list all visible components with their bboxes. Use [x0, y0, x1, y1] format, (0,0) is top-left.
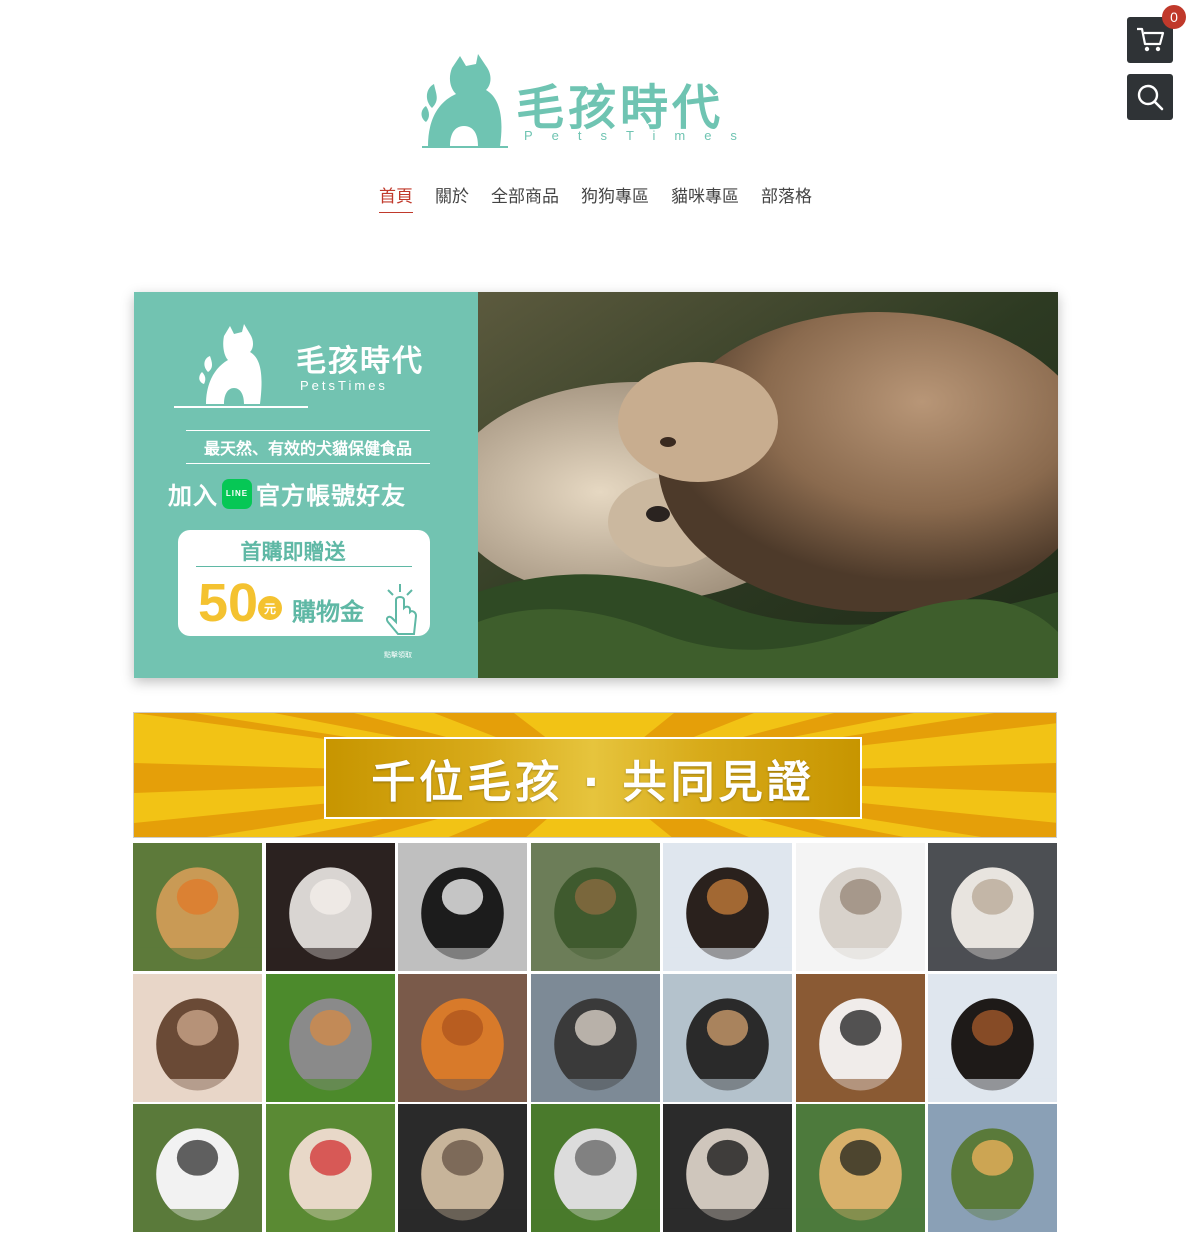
cart-icon: [1137, 27, 1165, 52]
nav-item-dogs[interactable]: 狗狗專區: [581, 182, 649, 213]
line-app-icon: LINE: [222, 478, 252, 509]
hero-join-line: 加入 LINE 官方帳號好友: [168, 476, 458, 511]
hero-banner[interactable]: 毛孩時代 PetsTimes 最天然、有效的犬貓保健食品 加入 LINE 官方帳…: [134, 292, 1058, 678]
cart-button[interactable]: 0: [1127, 5, 1186, 63]
join-prefix: 加入: [168, 482, 218, 510]
main-nav: 首頁 關於 全部商品 狗狗專區 貓咪專區 部落格: [0, 182, 1191, 213]
nav-item-all-products[interactable]: 全部商品: [491, 182, 559, 213]
gallery-photo-dog-on-mountain: [928, 1104, 1057, 1232]
gallery-photo-black-dog: [398, 843, 527, 971]
coupon-label: 購物金: [292, 598, 364, 626]
gallery-photo-kittens-group: [265, 973, 395, 1102]
testimonial-banner: 千位毛孩 · 共同見證: [133, 712, 1057, 838]
gallery-photo-dog-on-boat: [530, 973, 660, 1102]
cat-logo-icon: [421, 54, 508, 148]
gallery-photo-cat-paws: [133, 973, 262, 1102]
gallery-photo-small-dog-on-grass: [530, 843, 660, 971]
logo-subtitle: PetsTimes: [524, 128, 756, 143]
nav-item-about[interactable]: 關於: [435, 182, 469, 213]
coupon-divider: [196, 566, 412, 567]
nav-item-cats[interactable]: 貓咪專區: [671, 182, 739, 213]
gallery-photo-fluffy-cat: [928, 843, 1057, 971]
gallery-photo-dogs-in-flowers: [133, 843, 262, 971]
hero-photo-cat-and-dog: [478, 292, 1058, 678]
click-to-claim: 點擊領取: [384, 651, 412, 659]
coupon-title: 首購即贈送: [240, 540, 346, 564]
coupon-card[interactable]: 首購即贈送 50 元 購物金: [178, 530, 430, 636]
hero-brand-subtitle: PetsTimes: [300, 378, 388, 393]
gallery-photo-french-bulldog: [133, 1104, 262, 1232]
gallery-photo-smiling-dog: [398, 1104, 527, 1232]
site-logo[interactable]: 毛孩時代 PetsTimes: [420, 48, 760, 152]
gallery-photo-person-with-dog-by-lake: [663, 973, 792, 1102]
search-icon: [1137, 84, 1164, 111]
nav-item-blog[interactable]: 部落格: [761, 182, 812, 213]
join-suffix: 官方帳號好友: [256, 482, 406, 510]
hero-promo-panel: 毛孩時代 PetsTimes 最天然、有效的犬貓保健食品 加入 LINE 官方帳…: [134, 292, 478, 678]
coupon-unit-badge: 元: [258, 596, 282, 620]
testimonial-title: 千位毛孩 · 共同見證: [371, 757, 815, 808]
gallery-photo-puppy-in-cup: [265, 1104, 395, 1232]
gallery-photo-cat-lying: [795, 843, 925, 971]
gallery-photo-collie-with-ball: [663, 843, 792, 971]
tap-hand-icon: [385, 584, 418, 635]
hero-tagline: 最天然、有效的犬貓保健食品: [186, 430, 430, 464]
gallery-photo-cat-behind-door: [663, 1104, 792, 1232]
gallery-photo-bernese-dog: [928, 973, 1057, 1102]
cat-dog-photo: [478, 292, 1058, 678]
pet-photo-gallery: [133, 843, 1057, 1233]
gallery-photo-cheetah: [795, 1104, 925, 1232]
search-button[interactable]: [1127, 74, 1173, 120]
gallery-photo-orange-cat: [398, 973, 527, 1102]
cat-logo-icon: [174, 324, 308, 408]
gallery-photo-shouting-cat: [795, 973, 925, 1102]
coupon-amount: 50: [198, 573, 259, 633]
cart-count-badge: 0: [1162, 5, 1186, 29]
nav-item-home[interactable]: 首頁: [379, 182, 413, 213]
gallery-photo-cat-in-grass: [530, 1104, 660, 1232]
testimonial-title-box: 千位毛孩 · 共同見證: [324, 737, 862, 819]
hero-brand-title: 毛孩時代: [296, 344, 424, 379]
gallery-photo-white-kitten: [265, 843, 395, 971]
